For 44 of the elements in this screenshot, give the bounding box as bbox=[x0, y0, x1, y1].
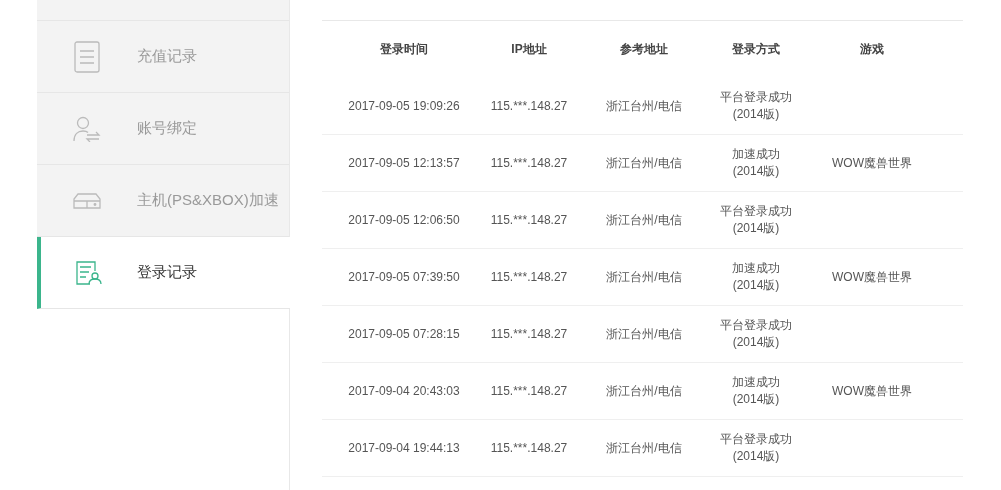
table-cell-text: 浙江台州/电信 bbox=[605, 382, 683, 400]
user-arrows-icon bbox=[73, 115, 101, 142]
table-cell-text: 浙江台州/电信 bbox=[605, 154, 683, 172]
table-cell-text: 加速成功 (2014版) bbox=[731, 146, 781, 180]
table-cell-text: 2017-09-05 07:28:15 bbox=[347, 325, 461, 343]
column-header: 登录方式 bbox=[731, 41, 781, 58]
table-cell-text: 115.***.148.27 bbox=[489, 154, 569, 172]
table-cell-text: 加速成功 (2014版) bbox=[731, 374, 781, 408]
table-cell-text: 平台登录成功 (2014版) bbox=[719, 431, 793, 465]
table-cell-text: 2017-09-05 19:09:26 bbox=[347, 97, 461, 115]
table-cell-text: 加速成功 (2014版) bbox=[731, 260, 781, 294]
table-cell-text: WOW魔兽世界 bbox=[831, 382, 913, 400]
table-cell-text: 115.***.148.27 bbox=[489, 382, 569, 400]
table-cell-text: 平台登录成功 (2014版) bbox=[719, 89, 793, 123]
table-cell-text: 2017-09-05 12:06:50 bbox=[347, 211, 461, 229]
table-cell-text: 2017-09-05 07:39:50 bbox=[347, 268, 461, 286]
table-cell-text: 浙江台州/电信 bbox=[605, 325, 683, 343]
table-cell-text: 平台登录成功 (2014版) bbox=[719, 317, 793, 351]
console-icon bbox=[73, 192, 101, 209]
table-cell-text: 115.***.148.27 bbox=[489, 268, 569, 286]
document-icon bbox=[74, 40, 100, 73]
table-cell-text: 浙江台州/电信 bbox=[605, 97, 683, 115]
table-cell-text: 115.***.148.27 bbox=[489, 211, 569, 229]
table-cell-text: 2017-09-05 12:13:57 bbox=[347, 154, 461, 172]
sidebar-item[interactable]: 充值记录 bbox=[37, 21, 289, 93]
column-header: 游戏 bbox=[859, 41, 885, 58]
table-cell-text: 浙江台州/电信 bbox=[605, 211, 683, 229]
table-cell-text: 115.***.148.27 bbox=[489, 97, 569, 115]
table-cell-text: 平台登录成功 (2014版) bbox=[719, 203, 793, 237]
sidebar-item[interactable]: 账号绑定 bbox=[37, 93, 289, 165]
table-cell-text: WOW魔兽世界 bbox=[831, 268, 913, 286]
table-cell-text: 115.***.148.27 bbox=[489, 325, 569, 343]
sidebar-item[interactable]: 主机(PS&XBOX)加速 bbox=[37, 165, 289, 237]
sidebar-item[interactable]: 登录记录 bbox=[37, 237, 290, 309]
table-cell-text: 115.***.148.27 bbox=[489, 439, 569, 457]
column-header: 登录时间 bbox=[379, 41, 429, 58]
table-cell-text: 浙江台州/电信 bbox=[605, 439, 683, 457]
table-cell-text: 2017-09-04 20:43:03 bbox=[347, 382, 461, 400]
table-cell-text: 浙江台州/电信 bbox=[605, 268, 683, 286]
column-header: 参考地址 bbox=[619, 41, 669, 58]
table-cell-text: 2017-09-04 19:44:13 bbox=[347, 439, 461, 457]
column-header: IP地址 bbox=[510, 41, 548, 58]
table-cell-text: WOW魔兽世界 bbox=[831, 154, 913, 172]
user-list-icon bbox=[76, 260, 102, 285]
